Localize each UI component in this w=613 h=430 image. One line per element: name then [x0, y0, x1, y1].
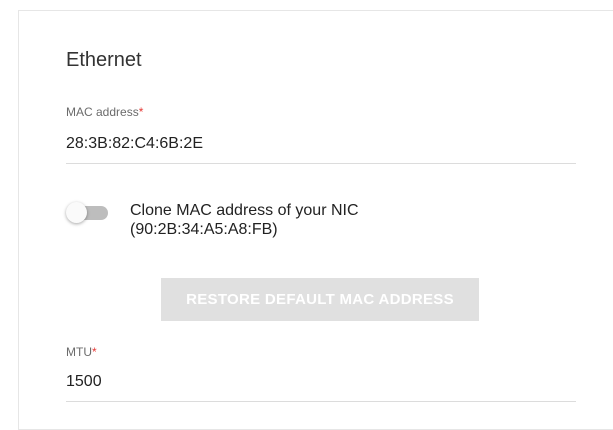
mac-address-label: MAC address*: [66, 104, 143, 120]
mac-address-underline: [66, 163, 576, 164]
section-title: Ethernet: [66, 49, 142, 71]
mtu-input[interactable]: [66, 371, 576, 393]
mac-address-input[interactable]: [66, 133, 576, 155]
required-asterisk: *: [92, 345, 97, 359]
clone-mac-toggle[interactable]: [66, 199, 110, 225]
clone-mac-label-line1: Clone MAC address of your NIC: [130, 202, 359, 219]
clone-mac-label: Clone MAC address of your NIC (90:2B:34:…: [130, 201, 490, 239]
toggle-knob: [66, 202, 87, 223]
mtu-label: MTU*: [66, 344, 97, 360]
mtu-underline: [66, 401, 576, 402]
required-asterisk: *: [138, 105, 144, 119]
mtu-label-text: MTU: [66, 345, 92, 359]
restore-default-mac-button[interactable]: RESTORE DEFAULT MAC ADDRESS: [161, 278, 479, 321]
clone-mac-label-line2: (90:2B:34:A5:A8:FB): [130, 221, 278, 238]
mac-address-label-text: MAC address: [66, 105, 139, 119]
